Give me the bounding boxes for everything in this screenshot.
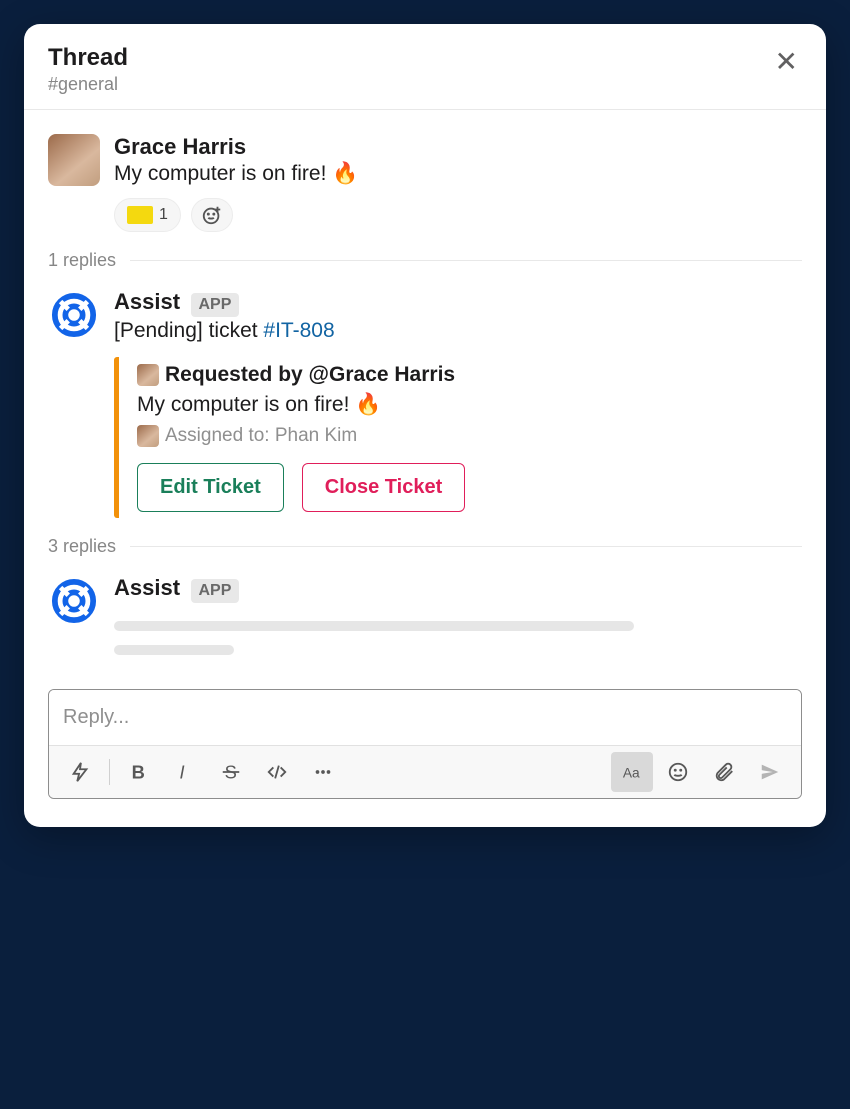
strikethrough-icon[interactable]: S (210, 752, 252, 792)
ticket-attachment: Requested by @Grace Harris My computer i… (114, 357, 802, 518)
loading-skeleton (114, 645, 234, 655)
replies-count: 1 replies (48, 250, 116, 271)
divider (130, 260, 802, 261)
thread-panel: Thread #general ✕ Grace Harris My comput… (24, 24, 826, 827)
lifebuoy-icon (51, 292, 97, 338)
message-row: Assist APP [Pending] ticket #IT-808 Requ… (48, 289, 802, 518)
assigned-to: Assigned to: Phan Kim (165, 425, 357, 447)
author-name[interactable]: Assist (114, 575, 180, 600)
requester-avatar[interactable] (137, 364, 159, 386)
reply-composer: B I S Aa (48, 689, 802, 799)
app-badge: APP (191, 293, 240, 317)
emoji-icon[interactable] (657, 752, 699, 792)
more-icon[interactable] (302, 752, 344, 792)
bold-icon[interactable]: B (118, 752, 160, 792)
svg-text:I: I (180, 761, 185, 782)
lightning-icon[interactable] (59, 752, 101, 792)
emoji-icon (127, 206, 153, 224)
bot-avatar[interactable] (48, 575, 100, 627)
smiley-plus-icon (201, 204, 223, 226)
send-icon[interactable] (749, 752, 791, 792)
lifebuoy-icon (51, 578, 97, 624)
message-text: My computer is on fire! 🔥 (114, 162, 802, 186)
author-name[interactable]: Assist (114, 289, 180, 314)
text-format-icon[interactable]: Aa (611, 752, 653, 792)
reply-input[interactable] (49, 690, 801, 745)
reaction-chip[interactable]: 1 (114, 198, 181, 232)
divider (130, 546, 802, 547)
attachment-body: My computer is on fire! 🔥 (137, 393, 802, 417)
message-row: Grace Harris My computer is on fire! 🔥 1 (48, 134, 802, 232)
svg-text:B: B (132, 761, 145, 782)
assignee-avatar[interactable] (137, 425, 159, 447)
replies-count: 3 replies (48, 536, 116, 557)
message-text: [Pending] ticket #IT-808 (114, 319, 802, 343)
thread-title: Thread (48, 44, 128, 72)
close-icon[interactable]: ✕ (771, 44, 802, 80)
ticket-link[interactable]: #IT-808 (263, 319, 334, 342)
toolbar-separator (109, 759, 110, 785)
attachment-icon[interactable] (703, 752, 745, 792)
edit-ticket-button[interactable]: Edit Ticket (137, 463, 284, 512)
avatar[interactable] (48, 134, 100, 186)
thread-channel[interactable]: #general (48, 74, 128, 95)
reaction-count: 1 (159, 206, 168, 224)
italic-icon[interactable]: I (164, 752, 206, 792)
close-ticket-button[interactable]: Close Ticket (302, 463, 465, 512)
add-reaction-button[interactable] (191, 198, 233, 232)
requested-by: Requested by @Grace Harris (165, 363, 455, 387)
loading-skeleton (114, 621, 634, 631)
author-name[interactable]: Grace Harris (114, 134, 802, 160)
svg-text:Aa: Aa (623, 765, 640, 780)
app-badge: APP (191, 579, 240, 603)
ticket-prefix: [Pending] ticket (114, 319, 263, 342)
message-row: Assist APP (48, 575, 802, 655)
bot-avatar[interactable] (48, 289, 100, 341)
code-icon[interactable] (256, 752, 298, 792)
thread-header: Thread #general ✕ (24, 24, 826, 110)
